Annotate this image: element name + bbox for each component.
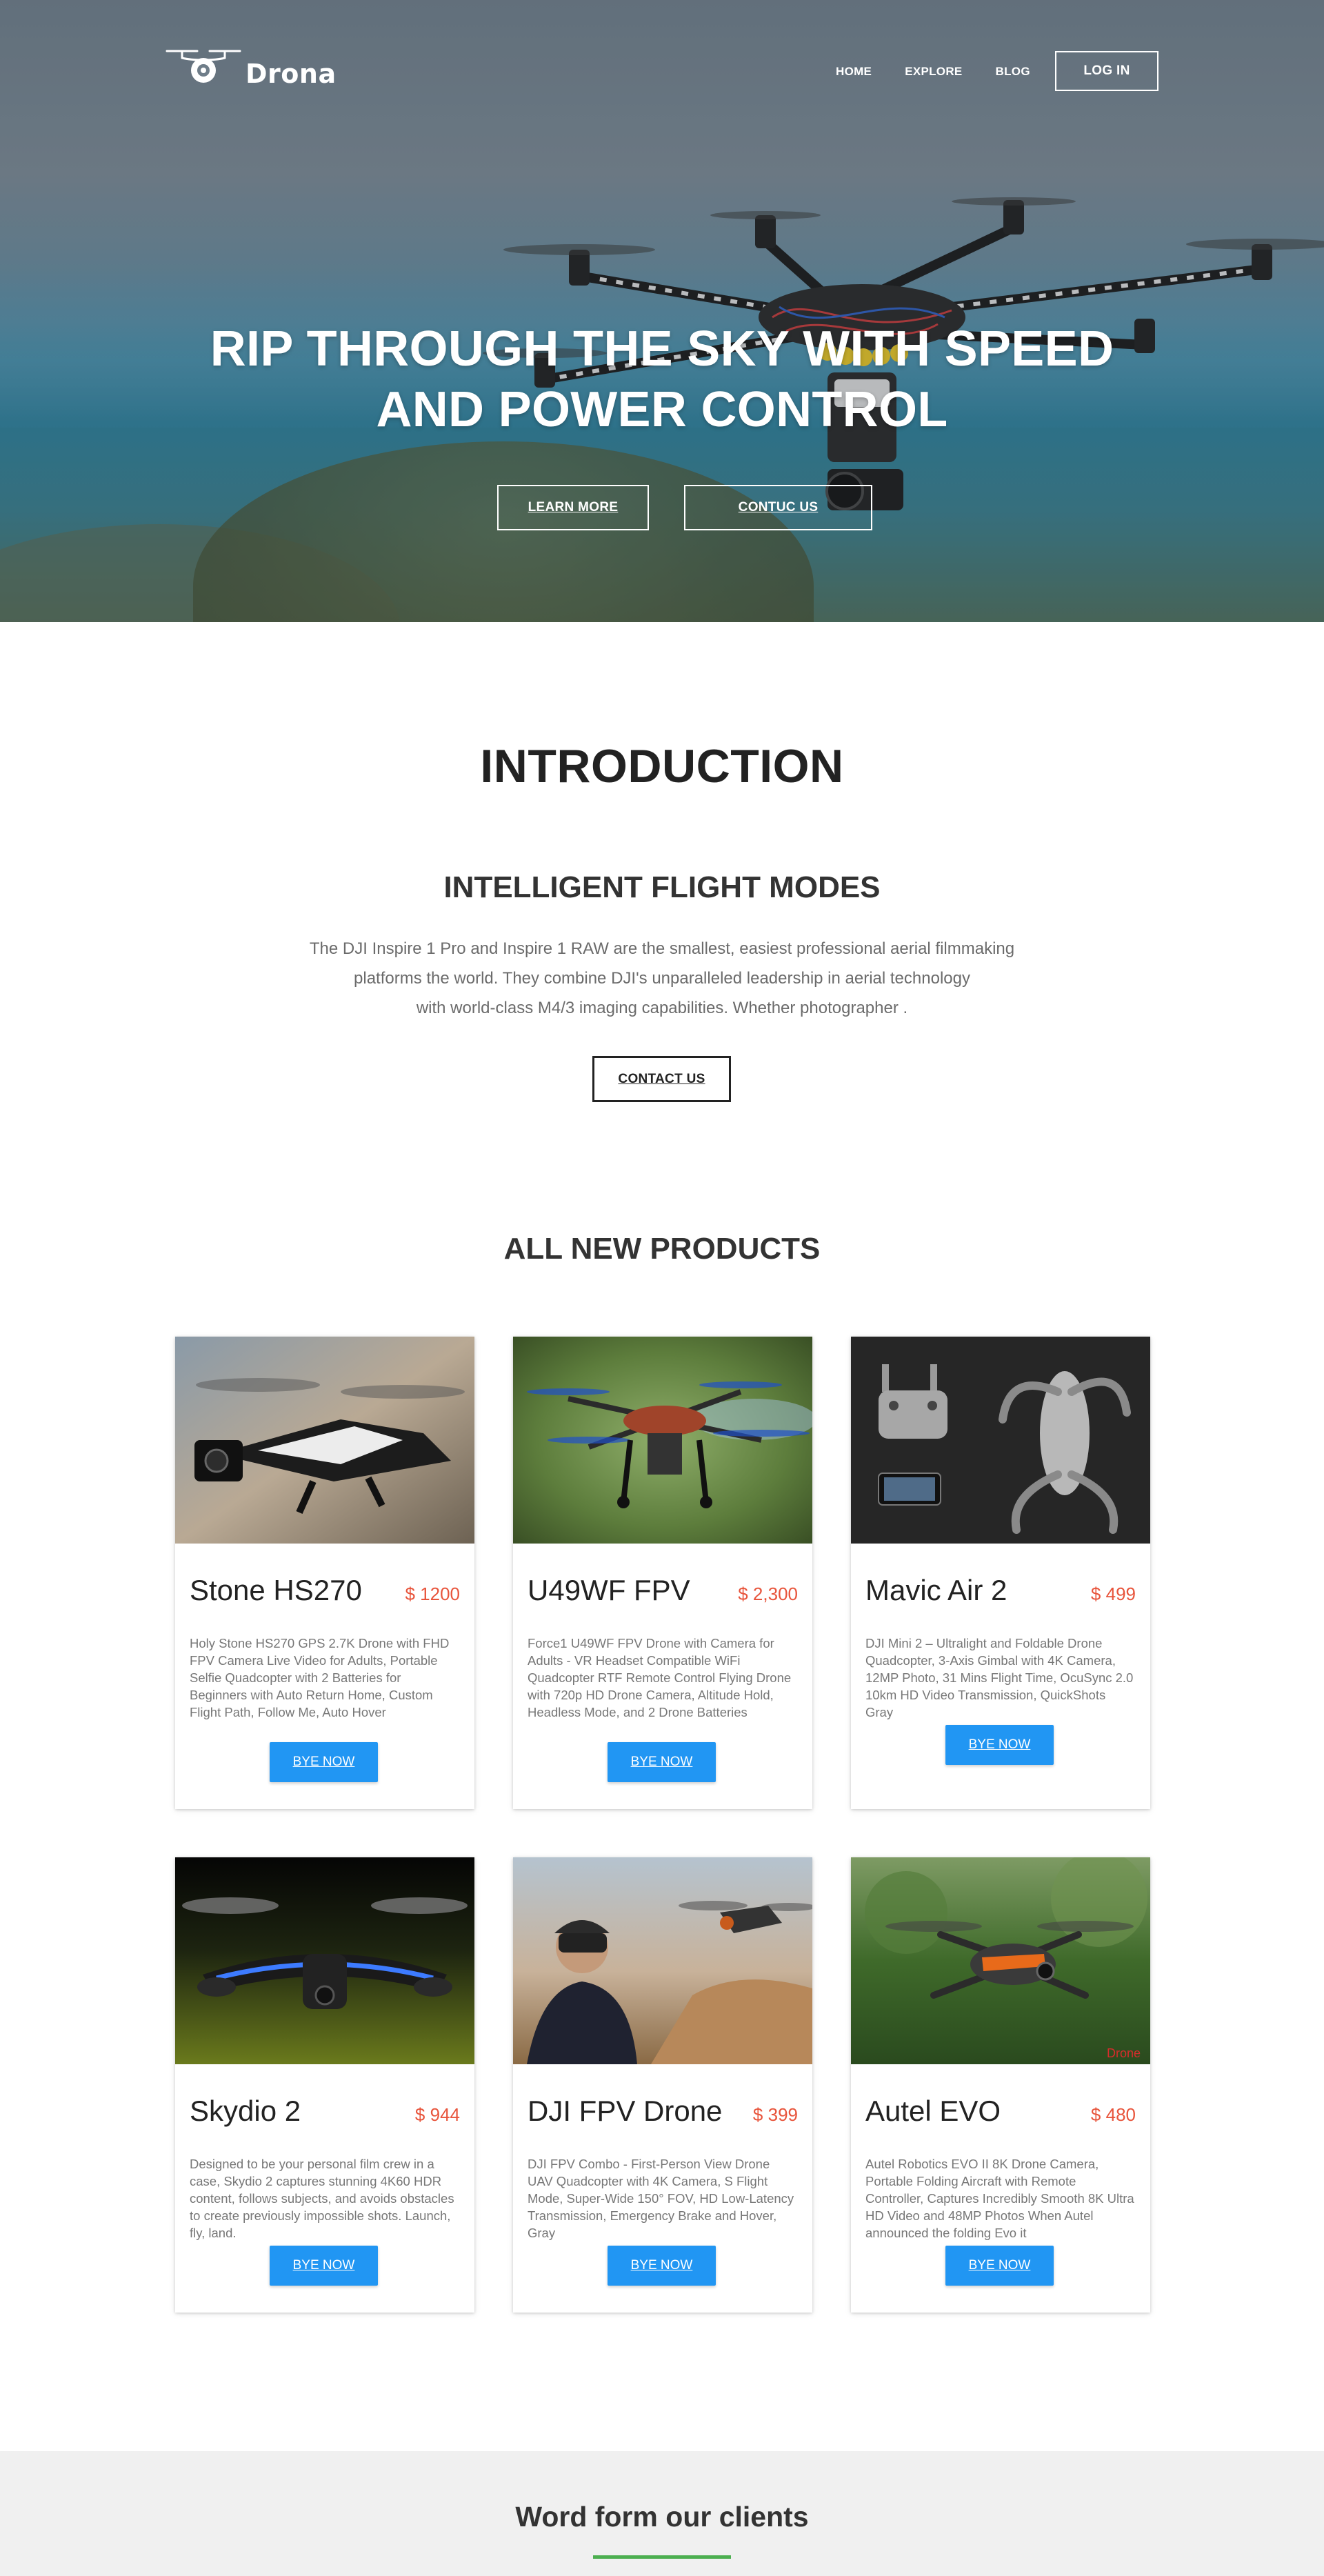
nav-item-home[interactable]: HOME [836,65,872,79]
login-button[interactable]: LOG IN [1055,51,1158,91]
hero-title: RIP THROUGH THE SKY WITH SPEED AND POWER… [0,319,1324,440]
product-name: Skydio 2 [190,2095,301,2127]
products-title: ALL NEW PRODUCTS [503,1232,821,1266]
clients-title: Word form our clients [515,2501,809,2533]
buy-now-button[interactable]: BYE NOW [608,2246,716,2286]
buy-now-button[interactable]: BYE NOW [945,1725,1054,1765]
hero-title-line-2: AND POWER CONTROL [376,382,948,437]
top-nav: HOME EXPLORE BLOG LOG IN [836,51,1158,91]
product-description: Designed to be your personal film crew i… [190,2157,454,2240]
product-card-stone-hs270: Stone HS270 $ 1200 Holy Stone HS270 GPS … [175,1337,474,1809]
product-image [175,1857,474,2064]
buy-now-button[interactable]: BYE NOW [945,2246,1054,2286]
product-image [513,1857,812,2064]
product-price: $ 399 [752,2104,798,2125]
intro-title: INTRODUCTION [480,740,844,792]
image-watermark-text: Drone [1107,2046,1141,2060]
product-description: Holy Stone HS270 GPS 2.7K Drone with FHD… [190,1636,450,1719]
product-price: $ 480 [1090,2104,1136,2125]
product-image: Drone [851,1857,1150,2064]
brand-logo[interactable]: Drona [166,46,337,87]
title-underline [593,2555,731,2559]
buy-now-button[interactable]: BYE NOW [270,2246,378,2286]
product-image [175,1337,474,1544]
product-name: U49WF FPV [528,1574,690,1606]
product-price: $ 499 [1090,1584,1136,1604]
product-name: DJI FPV Drone [528,2095,723,2127]
product-card-dji-fpv-drone: DJI FPV Drone $ 399 DJI FPV Combo - Firs… [513,1857,812,2313]
buy-now-button[interactable]: BYE NOW [270,1742,378,1782]
brand-name: Drona [245,59,337,89]
product-price: $ 2,300 [738,1584,798,1604]
product-card-u49wf-fpv: U49WF FPV $ 2,300 Force1 U49WF FPV Drone… [513,1337,812,1809]
intro-paragraph: The DJI Inspire 1 Pro and Inspire 1 RAW … [290,934,1034,1023]
drone-logo-icon [166,50,241,83]
product-name: Autel EVO [865,2095,1001,2127]
intro-paragraph-line-1: The DJI Inspire 1 Pro and Inspire 1 RAW … [309,939,1015,958]
product-image [851,1337,1150,1544]
product-description: DJI FPV Combo - First-Person View Drone … [528,2157,794,2240]
contact-us-button[interactable]: CONTACT US [592,1056,731,1102]
product-description: Force1 U49WF FPV Drone with Camera for A… [528,1636,792,1719]
product-name: Mavic Air 2 [865,1574,1007,1606]
clients-section: Word form our clients [0,2451,1324,2576]
intro-subtitle: INTELLIGENT FLIGHT MODES [443,870,881,904]
intro-paragraph-line-3: with world-class M4/3 imaging capabiliti… [416,999,908,1017]
product-image [513,1337,812,1544]
intro-paragraph-line-2: platforms the world. They combine DJI's … [354,969,970,988]
hero-contact-button[interactable]: CONTUC US [684,485,872,530]
product-name: Stone HS270 [190,1574,362,1606]
hero-title-line-1: RIP THROUGH THE SKY WITH SPEED [210,321,1114,377]
hero-section: Drona HOME EXPLORE BLOG LOG IN RIP THROU… [0,0,1324,622]
product-price: $ 1200 [405,1584,460,1604]
product-card-skydio-2: Skydio 2 $ 944 Designed to be your perso… [175,1857,474,2313]
product-card-autel-evo: Drone Autel EVO $ 480 Autel Robotics EVO… [851,1857,1150,2313]
nav-item-blog[interactable]: BLOG [996,65,1030,79]
product-description: DJI Mini 2 – Ultralight and Foldable Dro… [865,1636,1134,1719]
nav-item-explore[interactable]: EXPLORE [905,65,962,79]
buy-now-button[interactable]: BYE NOW [608,1742,716,1782]
product-description: Autel Robotics EVO II 8K Drone Camera, P… [865,2157,1134,2240]
learn-more-button[interactable]: LEARN MORE [497,485,649,530]
product-card-mavic-air-2: Mavic Air 2 $ 499 DJI Mini 2 – Ultraligh… [851,1337,1150,1809]
product-price: $ 944 [414,2104,460,2125]
